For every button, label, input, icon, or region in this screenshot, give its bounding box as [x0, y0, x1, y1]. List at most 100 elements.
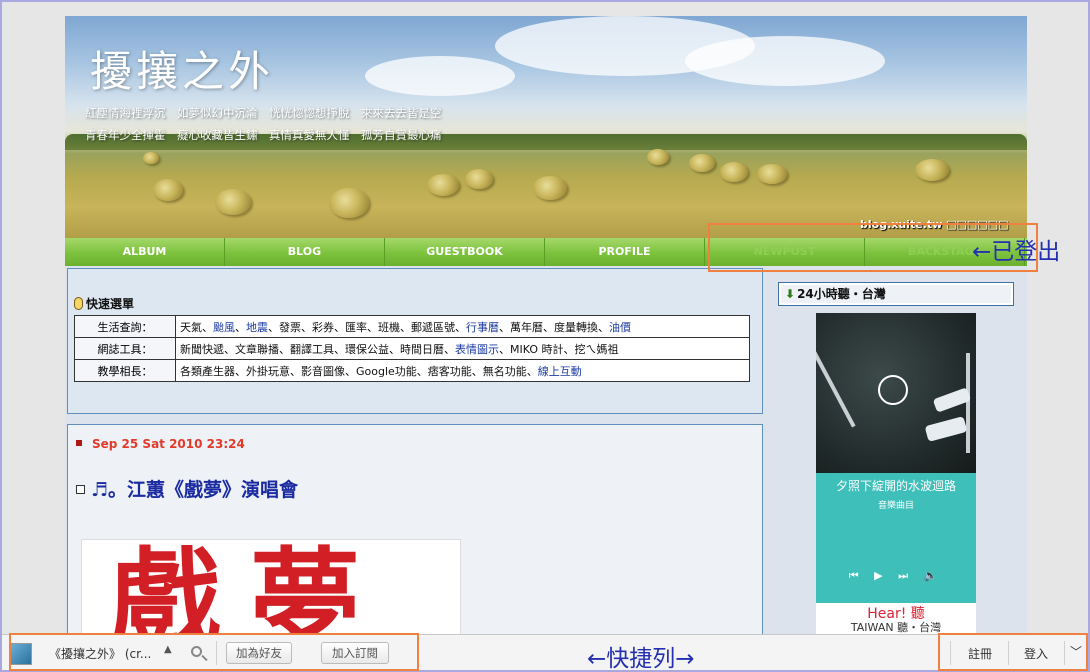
header-banner: 擾攘之外 紅塵情海裡浮沉 如夢似幻中沉淪 恍恍惚惚想掙脫 來來去去皆是空 青春年…	[65, 16, 1027, 238]
post-date: Sep 25 Sat 2010 23:24	[76, 437, 245, 451]
separator: 、	[334, 320, 345, 334]
quick-menu-table: 生活查詢： 天氣、颱風、地震、發票、彩券、匯率、班機、郵遞區號、行事曆、萬年曆、…	[74, 315, 750, 382]
quick-link[interactable]: 線上互動	[538, 365, 582, 378]
hay-bale	[427, 174, 459, 196]
quick-link[interactable]: 影音圖像	[301, 365, 345, 378]
tagline-line-1: 紅塵情海裡浮沉 如夢似幻中沉淪 恍恍惚惚想掙脫 來來去去皆是空	[85, 106, 442, 120]
separator: 、	[455, 320, 466, 334]
hay-bale	[647, 149, 669, 165]
quick-link[interactable]: 環保公益	[345, 343, 389, 356]
quick-link[interactable]: 新聞快遞	[180, 343, 224, 356]
pier-shape	[966, 353, 970, 453]
separator: 、	[598, 320, 609, 334]
blog-page: 擾攘之外 紅塵情海裡浮沉 如夢似幻中沉淪 恍恍惚惚想掙脫 來來去去皆是空 青春年…	[65, 16, 1027, 636]
annotation-quick-bar: ←快捷列→	[587, 646, 695, 672]
quick-link[interactable]: 彩券	[312, 321, 334, 334]
separator: 、	[268, 320, 279, 334]
quick-link[interactable]: 郵遞區號	[411, 321, 455, 334]
quick-link[interactable]: 表情圖示	[455, 343, 499, 356]
separator: 、	[367, 320, 378, 334]
annotation-box-toolbar-left	[9, 633, 419, 671]
song-subtitle: 音樂曲目	[877, 501, 914, 511]
music-note-icon	[878, 375, 908, 405]
player-info-panel: 夕照下綻開的水波迴路 音樂曲目 ⏮ ▶ ⏭ 🔈	[816, 473, 976, 603]
download-arrow-icon: ⬇	[785, 287, 796, 301]
quick-link[interactable]: 痞客功能	[428, 365, 472, 378]
nav-blog[interactable]: BLOG	[225, 238, 385, 266]
quick-link[interactable]: 油價	[609, 321, 631, 334]
quick-link[interactable]: 發票	[279, 321, 301, 334]
annotation-logged-out: ←已登出	[972, 239, 1061, 265]
quick-link[interactable]: 外掛玩意	[246, 365, 290, 378]
hay-bale	[465, 169, 493, 189]
separator: 、	[389, 342, 400, 356]
separator: 、	[235, 320, 246, 334]
post-title-text[interactable]: ♬。江蕙《戲夢》演唱會	[91, 479, 298, 501]
bullet-square-icon	[76, 440, 82, 446]
brand-top: Hear! 聽	[867, 606, 925, 622]
separator: 、	[334, 342, 345, 356]
player-controls[interactable]: ⏮ ▶ ⏭ 🔈	[816, 569, 976, 583]
links-cell: 天氣、颱風、地震、發票、彩券、匯率、班機、郵遞區號、行事曆、萬年曆、度量轉換、油…	[175, 315, 750, 338]
quick-link[interactable]: 匯率	[345, 321, 367, 334]
cloud-shape	[685, 36, 885, 86]
quick-link[interactable]: 萬年曆	[510, 321, 543, 334]
hay-bale	[153, 179, 183, 201]
quick-link[interactable]: 行事曆	[466, 321, 499, 334]
separator: 、	[499, 342, 510, 356]
quick-link[interactable]: 各類產生器	[180, 365, 235, 378]
separator: 、	[526, 364, 538, 378]
post-date-text: Sep 25 Sat 2010 23:24	[92, 437, 245, 451]
table-row: 教學相長： 各類產生器、外掛玩意、影音圖像、Google功能、痞客功能、無名功能…	[74, 359, 750, 382]
table-row: 生活查詢： 天氣、颱風、地震、發票、彩券、匯率、班機、郵遞區號、行事曆、萬年曆、…	[74, 315, 750, 338]
separator: 、	[400, 320, 411, 334]
quick-link[interactable]: 翻譯工具	[290, 343, 334, 356]
separator: 、	[499, 320, 510, 334]
quick-link[interactable]: 挖ㄟ媽祖	[575, 343, 619, 356]
post-panel: Sep 25 Sat 2010 23:24 ♬。江蕙《戲夢》演唱會 戲夢	[67, 424, 763, 636]
song-title[interactable]: 夕照下綻開的水波迴路	[816, 477, 976, 494]
separator: 、	[471, 364, 483, 378]
nav-album[interactable]: ALBUM	[65, 238, 225, 266]
quick-link[interactable]: MIKO 時計	[510, 343, 564, 356]
post-image-calligraphy: 戲夢	[110, 539, 390, 637]
tagline-line-2: 青春年少全揮霍 癡心收藏皆生鏽 真情真愛無人懂 孤芳自賞最心痛	[85, 128, 442, 142]
quick-link[interactable]: 天氣	[180, 321, 202, 334]
quick-link[interactable]: 地震	[246, 321, 268, 334]
hay-bale	[329, 188, 369, 218]
quick-link[interactable]: 颱風	[213, 321, 235, 334]
site-title[interactable]: 擾攘之外	[90, 38, 274, 99]
separator: 、	[202, 320, 213, 334]
nav-profile[interactable]: PROFILE	[545, 238, 705, 266]
category-cell: 網誌工具：	[74, 337, 176, 360]
separator: 、	[235, 364, 246, 378]
hay-bale	[689, 154, 715, 172]
post-image[interactable]: 戲夢	[81, 539, 461, 636]
checkbox-square-icon	[76, 485, 85, 494]
links-cell: 各類產生器、外掛玩意、影音圖像、Google功能、痞客功能、無名功能、線上互動	[175, 359, 750, 382]
annotation-box-toolbar-right	[938, 633, 1088, 671]
separator: 、	[444, 342, 455, 356]
sidebar: ⬇ 24小時聽・台灣 夕照下綻開的水波迴路 音樂曲目 ⏮ ▶ ⏭ 🔈 Hear! …	[765, 266, 1027, 636]
hay-bale	[215, 189, 251, 215]
quick-link[interactable]: Google功能	[356, 365, 417, 378]
separator: 、	[543, 320, 554, 334]
separator: 、	[563, 342, 575, 356]
widget-title-text: 24小時聽・台灣	[797, 287, 886, 301]
quick-link[interactable]: 班機	[378, 321, 400, 334]
pier-shape	[816, 328, 856, 428]
player-brand-logo: Hear! 聽 TAIWAN 聽・台灣	[816, 603, 976, 636]
mouse-icon	[74, 297, 83, 310]
post-title[interactable]: ♬。江蕙《戲夢》演唱會	[76, 475, 298, 502]
quick-link[interactable]: 時間日曆	[400, 343, 444, 356]
hay-bale	[533, 176, 567, 200]
quick-link[interactable]: 度量轉換	[554, 321, 598, 334]
quick-link[interactable]: 無名功能	[483, 365, 527, 378]
hay-bale	[143, 152, 159, 164]
nav-guestbook[interactable]: GUESTBOOK	[385, 238, 545, 266]
separator: 、	[416, 364, 428, 378]
category-cell: 生活查詢：	[74, 315, 176, 338]
separator: 、	[301, 320, 312, 334]
quick-link[interactable]: 文章聯播	[235, 343, 279, 356]
music-player-widget[interactable]: 夕照下綻開的水波迴路 音樂曲目 ⏮ ▶ ⏭ 🔈 Hear! 聽 TAIWAN 聽…	[816, 313, 976, 636]
